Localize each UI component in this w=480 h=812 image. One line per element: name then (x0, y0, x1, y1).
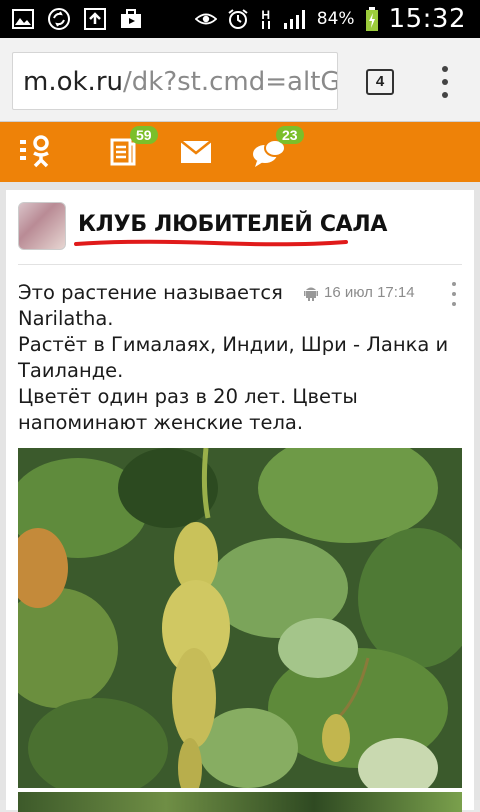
upload-icon (84, 8, 106, 30)
clock: 15:32 (388, 4, 466, 34)
dot-icon (442, 66, 448, 72)
status-icons-right: H 84% 15:32 (194, 4, 480, 34)
battery-percent: 84% (316, 9, 355, 29)
network-h-icon: H (259, 8, 273, 30)
ok-logo-icon (20, 135, 49, 168)
image-icon (12, 8, 34, 30)
post-text-line: Это растение называется Narilatha. (18, 281, 283, 330)
ok-toolbar: 59 23 (0, 122, 480, 182)
status-bar: H 84% 15:32 (0, 0, 480, 38)
divider (18, 264, 462, 265)
post-card: КЛУБ ЛЮБИТЕЛЕЙ САЛА 16 июл 17:14 Это рас… (6, 190, 474, 812)
red-marker-underline (74, 239, 348, 247)
envelope-icon (180, 140, 212, 163)
browser-menu-button[interactable] (438, 66, 452, 98)
group-title[interactable]: КЛУБ ЛЮБИТЕЛЕЙ САЛА (78, 212, 387, 237)
battery-charging-icon (365, 7, 379, 31)
ok-logo-button[interactable] (14, 122, 60, 182)
tabs-button[interactable]: 4 (366, 69, 394, 95)
network-type-label: H (261, 8, 271, 22)
feed-badge: 59 (130, 126, 158, 144)
eye-icon (194, 8, 217, 30)
dot-icon (442, 92, 448, 98)
post-photo[interactable] (18, 448, 462, 788)
sync-icon (48, 8, 70, 30)
plant-photo-illustration (18, 448, 462, 788)
post-text-line: Цветёт один раз в 20 лет. Цветы напомина… (18, 385, 358, 434)
messages-button[interactable] (178, 122, 214, 182)
group-avatar[interactable] (18, 202, 66, 250)
discussions-badge: 23 (276, 126, 304, 144)
briefcase-play-icon (120, 8, 142, 30)
post-text: Это растение называется Narilatha. Растё… (18, 280, 466, 436)
post-text-line: Растёт в Гималаях, Индии, Шри - Ланка и … (18, 333, 449, 382)
feed-button[interactable]: 59 (106, 122, 158, 182)
next-photo[interactable] (18, 792, 462, 812)
address-bar[interactable]: m.ok.ru/dk?st.cmd=altGro (12, 52, 338, 110)
browser-toolbar: m.ok.ru/dk?st.cmd=altGro 4 (0, 38, 480, 122)
dot-icon (442, 79, 448, 85)
status-icons-left (0, 8, 142, 30)
feed-icon (110, 138, 136, 166)
feed-content: КЛУБ ЛЮБИТЕЛЕЙ САЛА 16 июл 17:14 Это рас… (0, 182, 480, 812)
url-path: /dk?st.cmd=altGro (123, 67, 337, 97)
signal-icon (283, 8, 307, 30)
url-host: m.ok.ru (23, 67, 123, 97)
alarm-icon (227, 8, 249, 30)
discussions-button[interactable]: 23 (250, 122, 304, 182)
